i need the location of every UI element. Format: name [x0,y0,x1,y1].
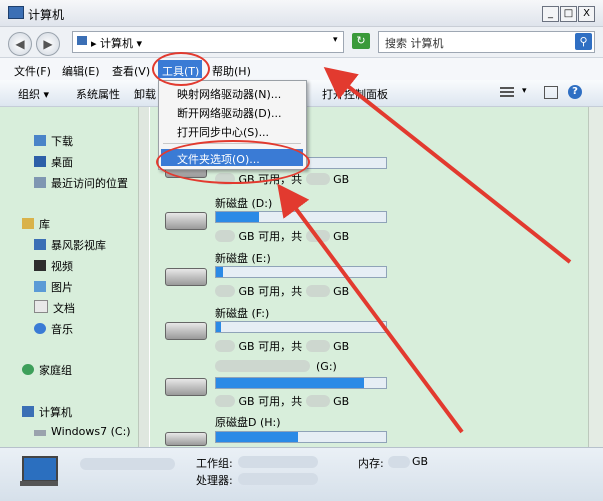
annotation-arrows [277,67,572,434]
annotation-arrow [277,183,464,434]
annotation-arrow [323,67,572,264]
